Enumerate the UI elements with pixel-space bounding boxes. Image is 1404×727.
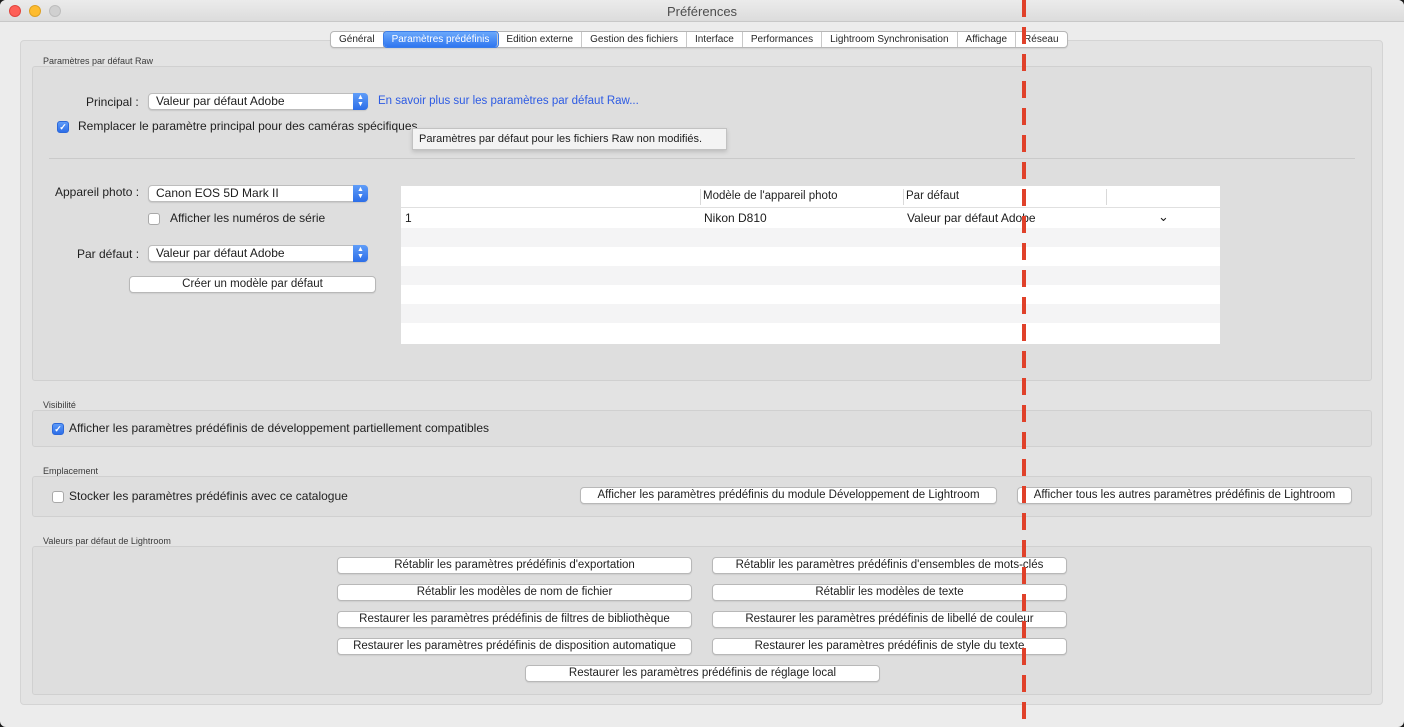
store-with-catalog-label: Stocker les paramètres prédéfinis avec c… (69, 489, 348, 503)
tab-file-handling[interactable]: Gestion des fichiers (582, 32, 687, 47)
window-title: Préférences (666, 4, 738, 19)
show-all-presets-button[interactable]: Afficher tous les autres paramètres préd… (1017, 487, 1352, 504)
override-camera-checkbox[interactable]: ✓ (57, 121, 69, 133)
learn-more-raw-link[interactable]: En savoir plus sur les paramètres par dé… (378, 95, 639, 107)
tab-lightroom-sync[interactable]: Lightroom Synchronisation (822, 32, 958, 47)
tab-general[interactable]: Général (331, 32, 384, 47)
principal-label: Principal : (86, 95, 139, 109)
restore-auto-layout-presets-button[interactable]: Restaurer les paramètres prédéfinis de d… (337, 638, 692, 655)
updown-chevron-icon: ▲ ▼ (353, 93, 368, 110)
tooltip: Paramètres par défaut pour les fichiers … (412, 128, 727, 150)
default-select[interactable]: Valeur par défaut Adobe ▲ ▼ (148, 245, 368, 262)
partial-compat-label: Afficher les paramètres prédéfinis de dé… (69, 421, 490, 435)
column-divider (903, 189, 904, 205)
chevron-down-icon[interactable]: ⌄ (1158, 209, 1169, 225)
column-divider (700, 189, 701, 205)
checkmark-icon: ✓ (54, 424, 62, 434)
camera-select[interactable]: Canon EOS 5D Mark II ▲ ▼ (148, 185, 368, 202)
camera-label: Appareil photo : (55, 185, 140, 199)
restore-color-label-presets-button[interactable]: Restaurer les paramètres prédéfinis de l… (712, 611, 1067, 628)
principal-select[interactable]: Valeur par défaut Adobe ▲ ▼ (148, 93, 368, 110)
table-row (401, 323, 1220, 344)
preferences-window: Préférences Général Paramètres prédéfini… (0, 0, 1404, 727)
principal-select-value: Valeur par défaut Adobe (156, 94, 285, 108)
tab-interface[interactable]: Interface (687, 32, 743, 47)
column-header-camera-model[interactable]: Modèle de l'appareil photo (703, 190, 838, 202)
table-row (401, 285, 1220, 304)
override-camera-label: Remplacer le paramètre principal pour de… (78, 119, 418, 133)
default-label: Par défaut : (77, 247, 140, 261)
divider (49, 158, 1355, 159)
table-header: Modèle de l'appareil photo Par défaut (401, 186, 1220, 208)
tab-bar: Général Paramètres prédéfinis Edition ex… (330, 31, 1068, 48)
create-default-button[interactable]: Créer un modèle par défaut (129, 276, 376, 293)
raw-defaults-section-label: Paramètres par défaut Raw (43, 56, 154, 66)
table-row (401, 304, 1220, 323)
tab-performance[interactable]: Performances (743, 32, 823, 47)
table-row[interactable]: 1 Nikon D810 Valeur par défaut Adobe ⌄ (401, 209, 1220, 228)
dashed-overlay-line (1022, 0, 1026, 727)
checkmark-icon: ✓ (59, 122, 67, 132)
restore-local-adjustment-presets-button[interactable]: Restaurer les paramètres prédéfinis de r… (525, 665, 880, 682)
restore-text-style-presets-button[interactable]: Restaurer les paramètres prédéfinis de s… (712, 638, 1067, 655)
show-develop-presets-button[interactable]: Afficher les paramètres prédéfinis du mo… (580, 487, 997, 504)
row-default-value[interactable]: Valeur par défaut Adobe (907, 211, 1036, 225)
visibility-section-label: Visibilité (43, 400, 76, 410)
camera-select-value: Canon EOS 5D Mark II (156, 186, 279, 200)
reset-export-presets-button[interactable]: Rétablir les paramètres prédéfinis d'exp… (337, 557, 692, 574)
reset-keyword-set-presets-button[interactable]: Rétablir les paramètres prédéfinis d'ens… (712, 557, 1067, 574)
title-bar: Préférences (0, 0, 1404, 22)
lightroom-defaults-section-label: Valeurs par défaut de Lightroom (43, 536, 171, 546)
table-row (401, 266, 1220, 285)
tab-display[interactable]: Affichage (958, 32, 1017, 47)
table-row (401, 247, 1220, 266)
show-serial-checkbox[interactable] (148, 213, 160, 225)
restore-library-filter-presets-button[interactable]: Restaurer les paramètres prédéfinis de f… (337, 611, 692, 628)
column-header-default[interactable]: Par défaut (906, 190, 959, 202)
updown-chevron-icon: ▲ ▼ (353, 245, 368, 262)
tab-presets[interactable]: Paramètres prédéfinis (382, 31, 500, 48)
tab-external-editing[interactable]: Edition externe (498, 32, 583, 47)
reset-text-templates-button[interactable]: Rétablir les modèles de texte (712, 584, 1067, 601)
updown-chevron-icon: ▲ ▼ (353, 185, 368, 202)
partial-compat-checkbox[interactable]: ✓ (52, 423, 64, 435)
row-camera-model: Nikon D810 (704, 211, 767, 225)
column-divider (1106, 189, 1107, 205)
camera-defaults-table: Modèle de l'appareil photo Par défaut 1 … (401, 186, 1220, 344)
show-serial-label: Afficher les numéros de série (170, 211, 326, 225)
reset-filename-templates-button[interactable]: Rétablir les modèles de nom de fichier (337, 584, 692, 601)
default-select-value: Valeur par défaut Adobe (156, 246, 285, 260)
row-index: 1 (405, 211, 412, 225)
table-row (401, 228, 1220, 247)
location-section-label: Emplacement (43, 466, 99, 476)
store-with-catalog-checkbox[interactable] (52, 491, 64, 503)
